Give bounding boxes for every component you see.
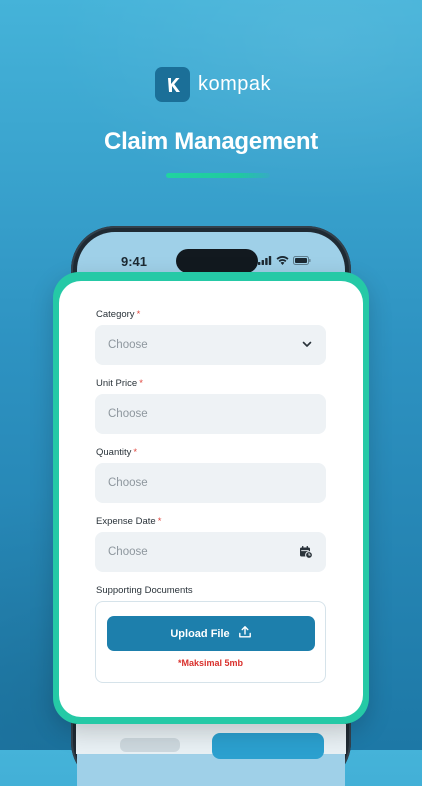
- required-mark: *: [157, 516, 162, 527]
- quantity-input[interactable]: Choose: [95, 463, 326, 503]
- title-underline: [166, 173, 270, 178]
- upload-size-note: *Maksimal 5mb: [177, 658, 244, 668]
- supporting-documents-label: Supporting Documents: [96, 585, 193, 596]
- upload-icon: [238, 625, 252, 642]
- required-mark: *: [139, 378, 143, 389]
- unit-price-placeholder: Choose: [108, 408, 148, 420]
- dynamic-island: [176, 249, 258, 273]
- expense-date-placeholder: Choose: [108, 546, 148, 558]
- required-mark: *: [133, 447, 138, 458]
- quantity-label: Quantity *: [96, 447, 138, 458]
- expense-date-input[interactable]: Choose: [95, 532, 326, 572]
- wifi-icon: [276, 256, 289, 265]
- status-icons: [258, 256, 311, 265]
- expense-date-label: Expense Date *: [96, 516, 162, 527]
- category-placeholder: Choose: [108, 339, 148, 351]
- page-title: Claim Management: [104, 128, 318, 155]
- chevron-down-icon: [301, 338, 313, 353]
- quantity-placeholder: Choose: [108, 477, 148, 489]
- unit-price-input[interactable]: Choose: [95, 394, 326, 434]
- category-select[interactable]: Choose: [95, 325, 326, 365]
- required-mark: *: [136, 309, 141, 320]
- upload-file-button[interactable]: Upload File: [107, 616, 315, 651]
- status-time: 9:41: [121, 254, 148, 269]
- brand-name: kompak: [198, 73, 272, 95]
- brand: kompak: [155, 67, 271, 102]
- primary-button-peek: [212, 733, 324, 759]
- upload-file-label: Upload File: [170, 627, 230, 640]
- signal-icon: [258, 256, 272, 265]
- unit-price-label: Unit Price *: [96, 378, 143, 389]
- category-label: Category *: [96, 309, 141, 320]
- battery-icon: [293, 256, 311, 265]
- kompak-logo-icon: [155, 67, 190, 102]
- calendar-clock-icon[interactable]: [299, 545, 313, 562]
